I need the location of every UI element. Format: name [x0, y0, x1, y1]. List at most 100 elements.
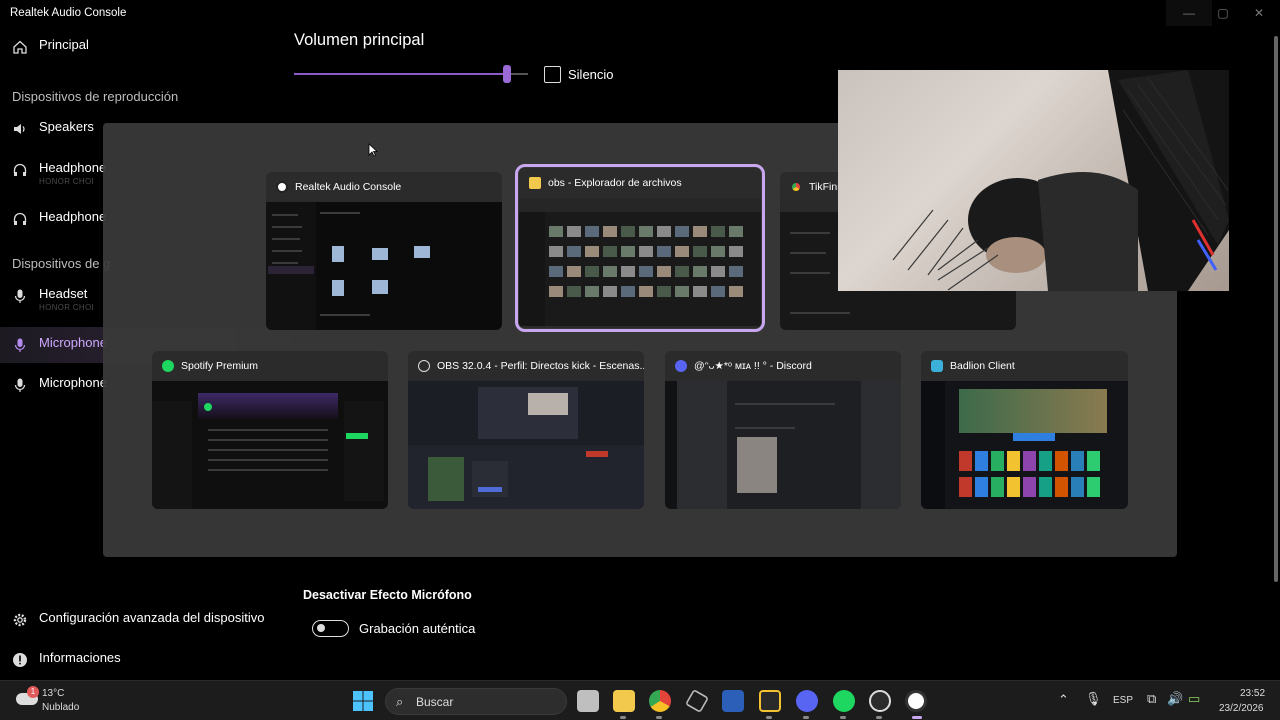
sidebar-item-label: Configuración avanzada del dispositivo — [39, 610, 265, 625]
title-bar: Realtek Audio Console — ▢ ✕ — [0, 0, 1280, 30]
chrome-icon — [790, 181, 802, 193]
sidebar-item-info[interactable]: Informaciones — [0, 642, 290, 678]
file-thumbnail — [585, 266, 599, 277]
window-card-header: obs - Explorador de archivos — [519, 168, 761, 198]
clock-date[interactable]: 23/2/2026 — [1219, 703, 1264, 714]
window-card-title: obs - Explorador de archivos — [548, 177, 682, 189]
window-preview — [519, 198, 761, 326]
file-thumbnail — [567, 246, 581, 257]
window-card-header: Realtek Audio Console — [266, 172, 502, 202]
window-card-title: Spotify Premium — [181, 360, 259, 372]
microphone-icon — [12, 377, 28, 393]
window-preview — [152, 381, 388, 509]
file-thumbnail — [711, 246, 725, 257]
volume-icon[interactable]: 🔊 — [1167, 691, 1183, 707]
window-preview — [408, 381, 644, 509]
discord-icon[interactable] — [796, 690, 818, 712]
search-placeholder: Buscar — [416, 695, 454, 709]
window-card-badlion[interactable]: Badlion Client — [921, 351, 1128, 509]
obs-icon[interactable] — [869, 690, 891, 712]
server-tile — [1007, 477, 1020, 497]
realtek-audio-icon[interactable] — [905, 690, 927, 712]
file-thumbnail — [639, 226, 653, 237]
webcam-feed-image — [892, 70, 1229, 291]
network-icon[interactable]: ⧉ — [1147, 691, 1156, 707]
badlion-icon[interactable] — [759, 690, 781, 712]
running-indicator — [840, 716, 846, 719]
mic-effect-title: Desactivar Efecto Micrófono — [303, 588, 472, 602]
obs-icon — [418, 360, 430, 372]
server-tile — [1055, 451, 1068, 471]
server-tile — [1039, 451, 1052, 471]
discord-icon — [675, 360, 687, 372]
mute-label: Silencio — [568, 67, 614, 82]
sidebar-item-label: Speakers — [39, 119, 94, 134]
file-thumbnail — [675, 246, 689, 257]
file-thumbnail — [621, 246, 635, 257]
volume-slider-track[interactable] — [294, 73, 528, 75]
window-card-explorer[interactable]: obs - Explorador de archivos — [515, 164, 765, 332]
file-thumbnail — [729, 226, 743, 237]
window-card-header: Badlion Client — [921, 351, 1128, 381]
realtek-icon — [276, 181, 288, 193]
server-tile — [991, 451, 1004, 471]
volume-title: Volumen principal — [294, 31, 425, 49]
language-indicator[interactable]: ESP — [1113, 695, 1133, 706]
file-thumbnail — [585, 286, 599, 297]
file-thumbnail — [657, 226, 671, 237]
taskbar-search[interactable]: ⌕ Buscar — [385, 688, 567, 715]
task-view-icon[interactable] — [577, 690, 599, 712]
scrollbar[interactable] — [1274, 36, 1278, 582]
spotify-icon[interactable] — [833, 690, 855, 712]
file-thumbnail — [675, 266, 689, 277]
file-thumbnail — [549, 286, 563, 297]
clock-time[interactable]: 23:52 — [1240, 688, 1265, 699]
headphone-icon — [12, 211, 28, 227]
server-tile — [975, 477, 988, 497]
file-thumbnail — [675, 286, 689, 297]
mute-checkbox[interactable] — [544, 66, 561, 83]
window-card-realtek[interactable]: Realtek Audio Console — [266, 172, 502, 330]
sidebar-item-principal[interactable]: Principal — [0, 29, 290, 65]
file-thumbnail — [693, 286, 707, 297]
toggle-knob — [317, 624, 325, 632]
section-recording-devices: Dispositivos de g — [12, 256, 111, 271]
window-card-obs[interactable]: OBS 32.0.4 - Perfil: Directos kick - Esc… — [408, 351, 644, 509]
server-tile — [959, 451, 972, 471]
volume-slider-fill — [294, 73, 507, 75]
file-thumbnail — [693, 226, 707, 237]
running-indicator — [803, 716, 809, 719]
file-explorer-icon[interactable] — [613, 690, 635, 712]
file-thumbnail — [585, 246, 599, 257]
battery-icon[interactable]: ▭ — [1188, 691, 1200, 707]
server-tile — [975, 451, 988, 471]
sidebar-item-advanced-settings[interactable]: Configuración avanzada del dispositivo — [0, 602, 290, 638]
file-thumbnail — [549, 226, 563, 237]
window-preview — [266, 202, 502, 330]
window-preview — [921, 381, 1128, 509]
weather-widget[interactable]: 1 13°C Nublado — [10, 685, 120, 717]
home-icon — [12, 39, 28, 55]
word-icon[interactable] — [722, 690, 744, 712]
file-thumbnail — [675, 226, 689, 237]
close-button[interactable]: ✕ — [1236, 0, 1280, 26]
chevron-up-icon[interactable]: ⌃ — [1058, 692, 1069, 708]
start-button[interactable] — [352, 690, 374, 712]
hexagon-app-icon[interactable] — [684, 688, 710, 714]
server-tile — [959, 477, 972, 497]
window-card-discord[interactable]: @ᵔᴗ★*ᵒ ᴍɪᴀ !! ° - Discord — [665, 351, 901, 509]
authentic-recording-toggle[interactable] — [312, 620, 349, 637]
sidebar-item-label: Headphone — [39, 160, 107, 175]
volume-slider-thumb[interactable] — [502, 65, 511, 83]
sidebar-item-label: Principal — [39, 37, 89, 52]
headphone-icon — [12, 162, 28, 178]
server-tile — [1087, 451, 1100, 471]
microphone-icon[interactable]: 🎙 — [1085, 691, 1102, 707]
chrome-icon[interactable] — [649, 690, 671, 712]
info-icon — [12, 652, 28, 668]
server-tile — [1071, 477, 1084, 497]
server-tile — [1039, 477, 1052, 497]
file-thumbnail — [729, 286, 743, 297]
file-thumbnail — [621, 286, 635, 297]
window-card-spotify[interactable]: Spotify Premium — [152, 351, 388, 509]
